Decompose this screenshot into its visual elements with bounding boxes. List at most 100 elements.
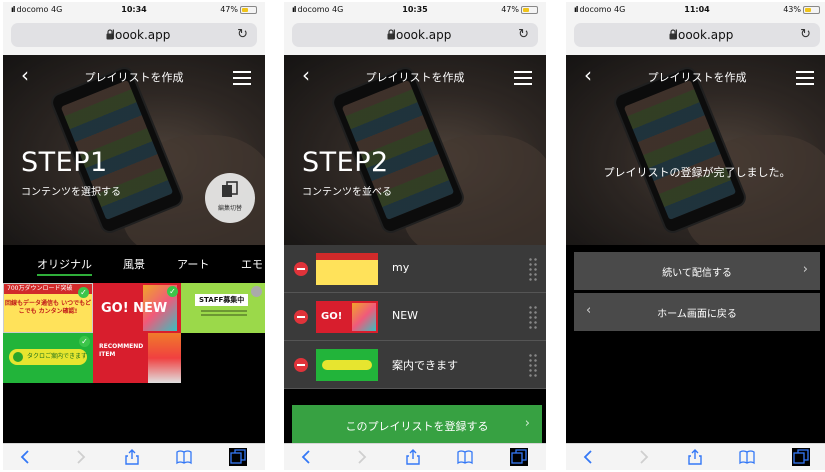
check-icon: ✓ bbox=[79, 336, 90, 347]
browser-toolbar bbox=[566, 443, 825, 470]
forward-icon[interactable] bbox=[71, 448, 89, 466]
top-nav: ‹ プレイリストを作成 bbox=[566, 55, 825, 99]
top-nav: ‹ プレイリストを作成 bbox=[3, 55, 265, 99]
tab-art[interactable]: アート bbox=[177, 256, 209, 272]
chevron-right-icon: › bbox=[802, 262, 808, 277]
share-icon[interactable] bbox=[686, 448, 704, 466]
browser-address-area: loook.app ↻ bbox=[566, 17, 825, 55]
bookmarks-icon[interactable] bbox=[738, 448, 756, 466]
status-bar: ıl docomo 4G 11:04 43% bbox=[566, 2, 825, 17]
battery-icon bbox=[240, 5, 257, 14]
content-tile[interactable]: STAFF募集中 bbox=[181, 283, 265, 333]
phone-screen-complete: ıl docomo 4G 11:04 43% loook.app ↻ ‹ プレイリ… bbox=[566, 2, 825, 470]
step-subtitle: コンテンツを並べる bbox=[302, 187, 392, 198]
item-name: NEW bbox=[392, 309, 419, 322]
content-tile[interactable] bbox=[148, 333, 181, 383]
hero-banner: ‹ プレイリストを作成 STEP1 コンテンツを選択する 編集切替 bbox=[3, 55, 265, 245]
screenshot-stage: ıl docomo 4G 10:34 47% loook.app ↻ ‹ プレイリ… bbox=[0, 0, 825, 472]
page-title: プレイリストを作成 bbox=[84, 71, 184, 84]
item-name: my bbox=[392, 261, 410, 274]
status-bar: ıl docomo 4G 10:34 47% bbox=[3, 2, 265, 17]
bookmarks-icon[interactable] bbox=[456, 448, 474, 466]
page-title: プレイリストを作成 bbox=[647, 71, 747, 84]
reload-icon[interactable]: ↻ bbox=[237, 27, 248, 42]
minus-icon[interactable] bbox=[294, 358, 308, 372]
menu-icon[interactable] bbox=[796, 71, 814, 85]
battery-indicator: 47% bbox=[220, 5, 257, 14]
tab-landscape[interactable]: 風景 bbox=[123, 256, 145, 272]
content-tile[interactable]: タクロご案内できます ✓ bbox=[3, 333, 93, 383]
forward-icon[interactable] bbox=[352, 448, 370, 466]
edit-toggle-icon bbox=[222, 181, 238, 197]
reload-icon[interactable]: ↻ bbox=[518, 27, 529, 42]
share-icon[interactable] bbox=[123, 448, 141, 466]
list-item[interactable]: 案内できます bbox=[284, 341, 546, 389]
drag-handle-icon[interactable] bbox=[528, 353, 538, 377]
share-icon[interactable] bbox=[404, 448, 422, 466]
status-bar: ıl docomo 4G 10:35 47% bbox=[284, 2, 546, 17]
phone-screen-step1: ıl docomo 4G 10:34 47% loook.app ↻ ‹ プレイリ… bbox=[3, 2, 265, 470]
item-thumbnail: GO! bbox=[316, 301, 378, 333]
continue-broadcast-button[interactable]: 続いて配信する › bbox=[574, 252, 820, 290]
drag-handle-icon[interactable] bbox=[528, 305, 538, 329]
browser-toolbar bbox=[284, 443, 546, 470]
battery-indicator: 47% bbox=[501, 5, 538, 14]
url-text: loook.app bbox=[674, 28, 734, 42]
tabs-icon[interactable] bbox=[510, 448, 528, 466]
content-tile[interactable]: 700万ダウンロード突破 回線もデータ通信も いつでもどこでも カンタン確認! … bbox=[3, 283, 93, 333]
back-to-home-button[interactable]: ‹ ホーム画面に戻る bbox=[574, 293, 820, 331]
reload-icon[interactable]: ↻ bbox=[800, 27, 811, 42]
back-icon[interactable] bbox=[298, 448, 316, 466]
tabs-icon[interactable] bbox=[229, 448, 247, 466]
phone-screen-step2: ıl docomo 4G 10:35 47% loook.app ↻ ‹ プレイリ… bbox=[284, 2, 546, 470]
back-icon[interactable] bbox=[17, 448, 35, 466]
minus-icon[interactable] bbox=[294, 262, 308, 276]
list-item[interactable]: GO! NEW bbox=[284, 293, 546, 341]
playlist-items: my GO! NEW 案内できます bbox=[284, 245, 546, 389]
category-tabs: オリジナル 風景 アート エモ bbox=[3, 245, 265, 281]
check-icon bbox=[251, 286, 262, 297]
battery-icon bbox=[803, 5, 820, 14]
battery-icon bbox=[521, 5, 538, 14]
forward-icon[interactable] bbox=[634, 448, 652, 466]
completion-message: プレイリストの登録が完了しました。 bbox=[603, 166, 791, 179]
step-subtitle: コンテンツを選択する bbox=[21, 187, 121, 198]
browser-toolbar bbox=[3, 443, 265, 470]
tab-original[interactable]: オリジナル bbox=[37, 256, 92, 276]
list-item[interactable]: my bbox=[284, 245, 546, 293]
item-thumbnail bbox=[316, 349, 378, 381]
check-icon: ✓ bbox=[78, 287, 89, 298]
page-title: プレイリストを作成 bbox=[365, 71, 465, 84]
url-text: loook.app bbox=[111, 28, 171, 42]
minus-icon[interactable] bbox=[294, 310, 308, 324]
step-title: STEP2 bbox=[302, 147, 389, 178]
url-text: loook.app bbox=[392, 28, 452, 42]
back-icon[interactable] bbox=[580, 448, 598, 466]
address-bar[interactable]: loook.app ↻ bbox=[292, 23, 538, 47]
item-name: 案内できます bbox=[392, 359, 458, 372]
register-playlist-button[interactable]: このプレイリストを登録する › bbox=[292, 405, 542, 445]
bookmarks-icon[interactable] bbox=[175, 448, 193, 466]
check-icon: ✓ bbox=[167, 286, 178, 297]
tabs-icon[interactable] bbox=[792, 448, 810, 466]
item-thumbnail bbox=[316, 253, 378, 285]
content-grid: 700万ダウンロード突破 回線もデータ通信も いつでもどこでも カンタン確認! … bbox=[3, 283, 265, 383]
edit-toggle-label: 編集切替 bbox=[217, 205, 242, 212]
browser-address-area: loook.app ↻ bbox=[284, 17, 546, 55]
content-tile[interactable]: RECOMMEND ITEM bbox=[93, 333, 148, 383]
hero-banner: ‹ プレイリストを作成 プレイリストの登録が完了しました。 bbox=[566, 55, 825, 245]
hero-banner: ‹ プレイリストを作成 STEP2 コンテンツを並べる bbox=[284, 55, 546, 245]
menu-icon[interactable] bbox=[514, 71, 532, 85]
top-nav: ‹ プレイリストを作成 bbox=[284, 55, 546, 99]
content-tile[interactable]: GO! NEW ✓ bbox=[93, 283, 181, 333]
tab-emo[interactable]: エモ bbox=[241, 256, 263, 272]
browser-address-area: loook.app ↻ bbox=[3, 17, 265, 55]
step-title: STEP1 bbox=[21, 147, 108, 178]
address-bar[interactable]: loook.app ↻ bbox=[11, 23, 257, 47]
battery-indicator: 43% bbox=[783, 5, 820, 14]
drag-handle-icon[interactable] bbox=[528, 257, 538, 281]
edit-toggle-button[interactable]: 編集切替 bbox=[205, 173, 255, 223]
chevron-right-icon: › bbox=[524, 416, 530, 431]
menu-icon[interactable] bbox=[233, 71, 251, 85]
address-bar[interactable]: loook.app ↻ bbox=[574, 23, 820, 47]
